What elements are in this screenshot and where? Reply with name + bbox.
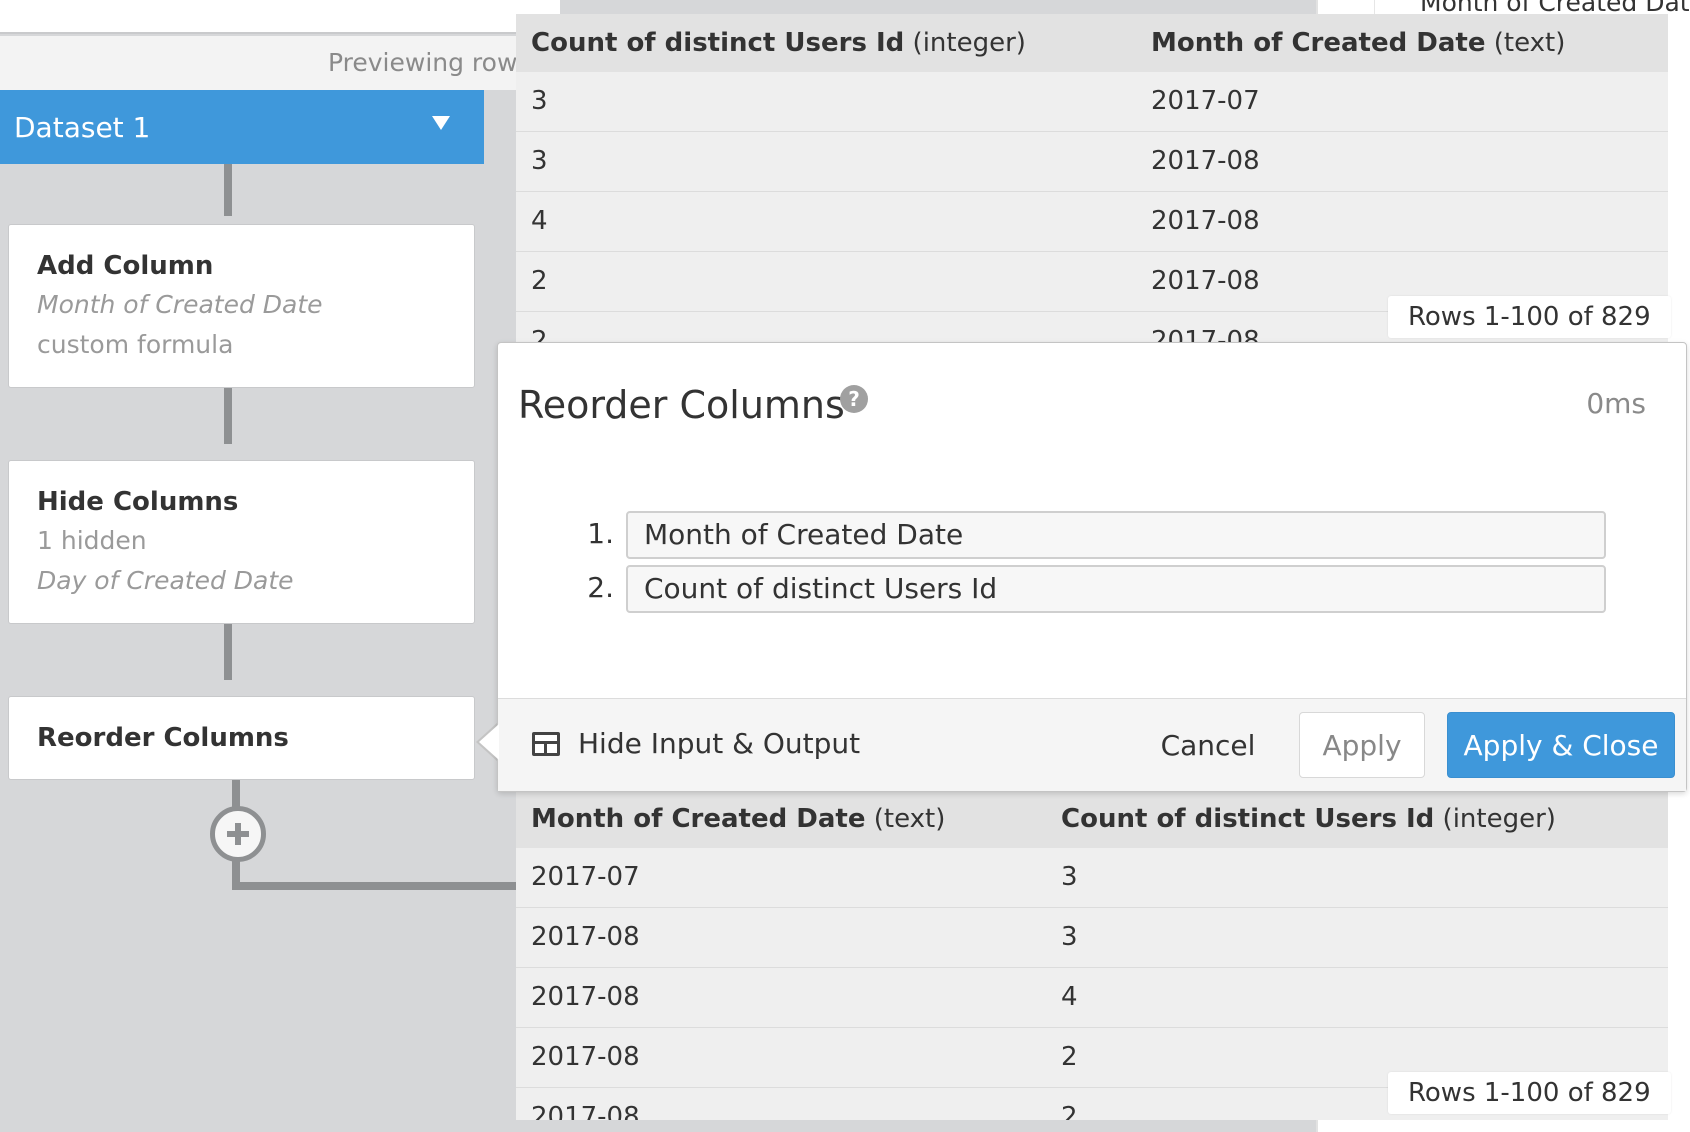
- table-cell: 4: [531, 206, 548, 236]
- column-header[interactable]: Count of distinct Users Id (integer): [531, 28, 1026, 58]
- pipeline-connector: [224, 620, 232, 680]
- table-cell: 2017-08: [1151, 206, 1260, 236]
- table-row: 2017-08 4: [516, 968, 1668, 1028]
- table-icon: [532, 731, 560, 756]
- order-number: 1.: [587, 517, 614, 550]
- caret-down-icon[interactable]: [432, 116, 450, 130]
- preview-label: Previewing rows: [328, 48, 531, 77]
- step-detail: Month of Created Date: [37, 290, 323, 319]
- step-card-hide-columns[interactable]: Hide Columns 1 hidden Day of Created Dat…: [8, 460, 475, 624]
- table-row: 2017-08 3: [516, 908, 1668, 968]
- table-row: 4 2017-08: [516, 192, 1668, 252]
- toggle-label: Hide Input & Output: [578, 727, 861, 760]
- table-cell: 2017-08: [531, 982, 640, 1012]
- help-icon[interactable]: ?: [840, 385, 868, 413]
- dialog-footer: Hide Input & Output Cancel Apply Apply &…: [498, 698, 1686, 791]
- pipeline-connector: [232, 776, 240, 810]
- table-cell: 2: [531, 266, 548, 296]
- table-cell: 2017-08: [531, 922, 640, 952]
- rows-count-badge: Rows 1-100 of 829: [1388, 1072, 1671, 1114]
- pipeline-connector: [224, 164, 232, 216]
- column-header[interactable]: Month of Created Date (text): [531, 804, 945, 834]
- table-cell: 2017-08: [531, 1102, 640, 1120]
- table-cell: 2: [1061, 1102, 1078, 1120]
- table-cell: 4: [1061, 982, 1078, 1012]
- plus-circle-icon[interactable]: [210, 806, 266, 862]
- dataset-header[interactable]: Dataset 1: [0, 90, 484, 164]
- table-cell: 2017-07: [1151, 86, 1260, 116]
- column-order-field[interactable]: Count of distinct Users Id: [626, 565, 1606, 613]
- dialog-title: Reorder Columns: [518, 383, 845, 427]
- rows-count-badge: Rows 1-100 of 829: [1388, 296, 1671, 338]
- table-cell: 3: [1061, 922, 1078, 952]
- table-cell: 2017-08: [1151, 146, 1260, 176]
- reorder-columns-dialog: Reorder Columns ? 0ms 1. Month of Create…: [497, 342, 1687, 792]
- table-cell: 2017-08: [531, 1042, 640, 1072]
- cancel-button[interactable]: Cancel: [1138, 712, 1278, 778]
- order-item[interactable]: 2. Count of distinct Users Id: [584, 565, 1624, 613]
- order-number: 2.: [587, 571, 614, 604]
- table-row: 3 2017-08: [516, 132, 1668, 192]
- pipeline-connector: [224, 384, 232, 444]
- order-item[interactable]: 1. Month of Created Date: [584, 511, 1624, 559]
- top-strip: [0, 0, 560, 34]
- hide-input-output-toggle[interactable]: Hide Input & Output: [532, 727, 860, 760]
- step-title: Reorder Columns: [37, 723, 289, 753]
- step-detail: Day of Created Date: [37, 566, 294, 595]
- step-card-reorder-columns[interactable]: Reorder Columns: [8, 696, 475, 780]
- step-title: Hide Columns: [37, 487, 239, 517]
- output-table: Month of Created Date (text) Count of di…: [516, 790, 1668, 1120]
- apply-button[interactable]: Apply: [1299, 712, 1425, 778]
- table-cell: 3: [531, 146, 548, 176]
- table-row: 3 2017-07: [516, 72, 1668, 132]
- table-cell: 2017-08: [1151, 266, 1260, 296]
- pipeline-connector: [232, 882, 522, 890]
- popover-arrow-fill: [479, 724, 499, 760]
- table-cell: 3: [531, 86, 548, 116]
- step-detail: custom formula: [37, 330, 234, 359]
- input-table: Count of distinct Users Id (integer) Mon…: [516, 14, 1668, 344]
- column-order-field[interactable]: Month of Created Date: [626, 511, 1606, 559]
- apply-close-button[interactable]: Apply & Close: [1447, 712, 1675, 778]
- table-cell: 3: [1061, 862, 1078, 892]
- table-header: Count of distinct Users Id (integer) Mon…: [516, 14, 1668, 72]
- step-card-add-column[interactable]: Add Column Month of Created Date custom …: [8, 224, 475, 388]
- timing-label: 0ms: [1586, 387, 1646, 420]
- column-header[interactable]: Month of Created Date (text): [1151, 28, 1565, 58]
- dataset-title: Dataset 1: [14, 110, 151, 144]
- column-header[interactable]: Count of distinct Users Id (integer): [1061, 804, 1556, 834]
- table-header: Month of Created Date (text) Count of di…: [516, 790, 1668, 848]
- step-title: Add Column: [37, 251, 214, 281]
- step-detail: 1 hidden: [37, 526, 147, 555]
- table-cell: 2017-07: [531, 862, 640, 892]
- table-row: 2017-07 3: [516, 848, 1668, 908]
- table-cell: 2: [1061, 1042, 1078, 1072]
